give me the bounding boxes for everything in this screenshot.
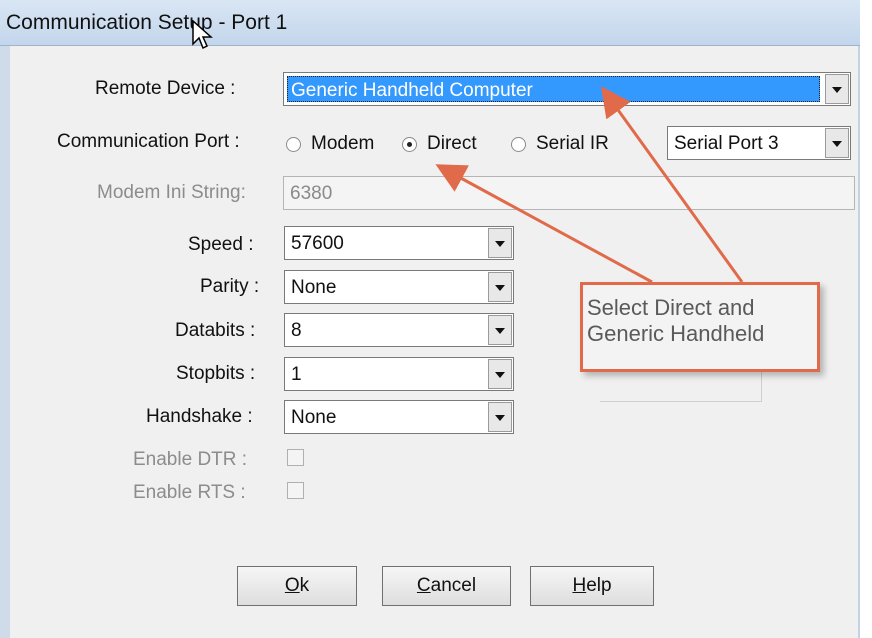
arrow-to-remote-device	[600, 86, 744, 283]
arrow-to-direct	[435, 164, 653, 284]
mouse-pointer-icon	[192, 20, 213, 50]
annotation-arrows	[435, 86, 744, 284]
